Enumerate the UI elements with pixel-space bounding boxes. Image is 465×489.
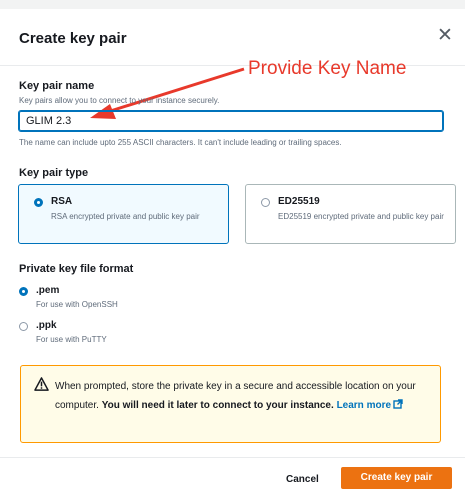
key-pair-name-constraint: The name can include upto 255 ASCII char…: [19, 138, 342, 147]
option-title: ED25519: [278, 196, 320, 207]
key-type-option-rsa[interactable]: RSA RSA encrypted private and public key…: [18, 184, 229, 244]
option-description: ED25519 encrypted private and public key…: [278, 212, 444, 221]
option-title: .pem: [36, 285, 60, 296]
file-format-label: Private key file format: [19, 263, 134, 275]
radio-unselected-icon[interactable]: [19, 322, 28, 331]
option-description: For use with PuTTY: [36, 335, 107, 344]
cancel-button[interactable]: Cancel: [286, 474, 319, 485]
option-title: .ppk: [36, 320, 57, 331]
warning-alert: When prompted, store the private key in …: [20, 365, 441, 443]
footer-divider: [0, 457, 465, 458]
window-top-strip: [0, 0, 465, 9]
create-key-pair-button[interactable]: Create key pair: [341, 467, 452, 489]
radio-selected-icon[interactable]: [19, 287, 28, 296]
annotation-label: Provide Key Name: [248, 58, 407, 79]
external-link-icon[interactable]: [393, 399, 403, 409]
radio-unselected-icon[interactable]: [261, 198, 270, 207]
option-title: RSA: [51, 196, 73, 207]
learn-more-link-label[interactable]: Learn more: [337, 400, 391, 411]
alert-text-bold: You will need it later to connect to you…: [101, 400, 334, 411]
close-icon[interactable]: ✕: [437, 26, 453, 45]
dialog-title: Create key pair: [19, 30, 127, 47]
option-description: For use with OpenSSH: [36, 300, 118, 309]
key-pair-name-input[interactable]: GLIM 2.3: [18, 110, 444, 132]
key-pair-name-description: Key pairs allow you to connect to your i…: [19, 96, 220, 105]
warning-icon: [34, 377, 49, 391]
key-pair-name-label: Key pair name: [19, 80, 95, 92]
alert-message: When prompted, store the private key in …: [55, 377, 427, 415]
radio-selected-icon[interactable]: [34, 198, 43, 207]
key-type-option-ed25519[interactable]: ED25519 ED25519 encrypted private and pu…: [245, 184, 456, 244]
learn-more-link[interactable]: Learn more: [337, 399, 403, 411]
key-pair-type-label: Key pair type: [19, 167, 89, 179]
option-description: RSA encrypted private and public key pai…: [51, 212, 200, 221]
